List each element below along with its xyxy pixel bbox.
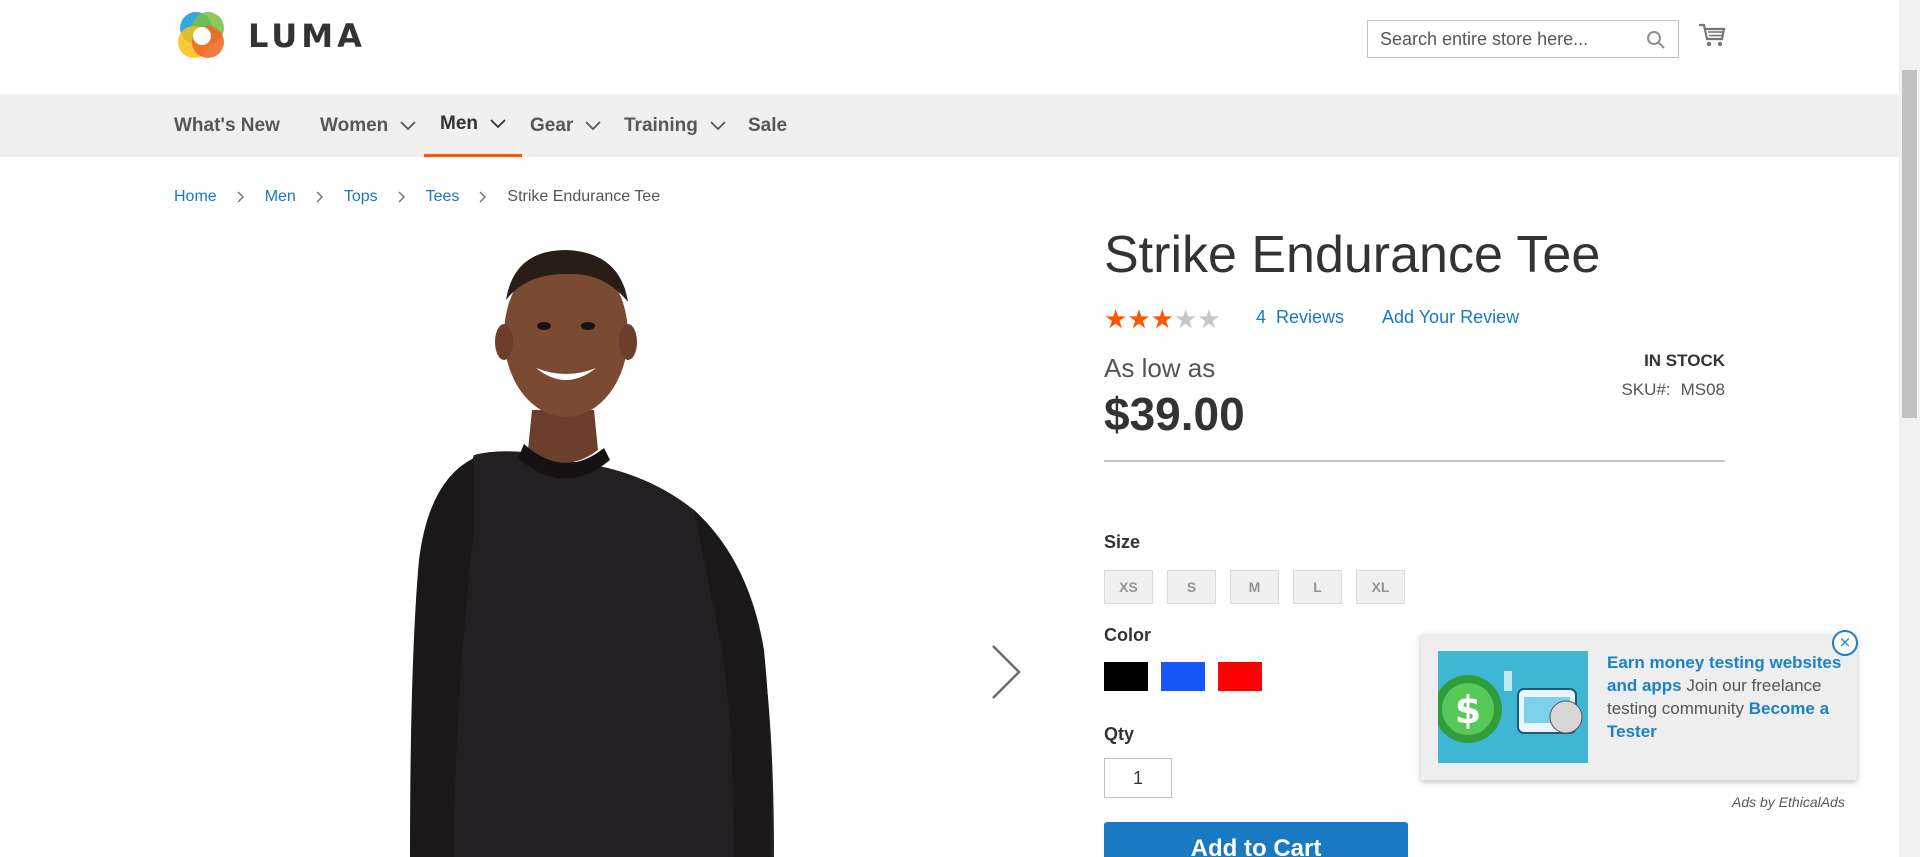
product-image-gallery[interactable]	[174, 230, 1034, 857]
size-option-m[interactable]: M	[1230, 570, 1279, 604]
sku-label: SKU#:	[1621, 380, 1671, 399]
nav-item-label: Training	[624, 114, 698, 136]
product-rating: ★ ★ ★ ★ ★	[1104, 307, 1221, 333]
product-sku: SKU#: MS08	[1621, 380, 1725, 400]
nav-item-whats-new[interactable]: What's New	[174, 94, 280, 157]
rating-stars: ★ ★ ★ ★ ★	[1104, 307, 1221, 333]
star-filled-icon: ★	[1150, 305, 1174, 335]
star-empty-icon: ★	[1173, 305, 1198, 335]
logo[interactable]: LUMA	[174, 8, 366, 64]
chevron-down-icon	[400, 120, 416, 130]
chevron-right-icon	[398, 191, 405, 203]
reviews-label: Reviews	[1276, 307, 1345, 327]
svg-text:$: $	[1455, 688, 1481, 732]
nav-item-label: Sale	[748, 114, 788, 136]
nav-item-label: Gear	[530, 114, 574, 136]
qty-input[interactable]	[1104, 758, 1172, 798]
nav-item-sale[interactable]: Sale	[748, 94, 787, 157]
product-title: Strike Endurance Tee	[1104, 226, 1601, 284]
color-option-black[interactable]	[1104, 662, 1148, 691]
size-option-xs[interactable]: XS	[1104, 570, 1153, 604]
star-filled-icon: ★	[1127, 305, 1151, 335]
breadcrumb-tees[interactable]: Tees	[426, 188, 460, 206]
color-label: Color	[1104, 625, 1151, 645]
nav-item-men[interactable]: Men	[424, 94, 522, 157]
add-to-cart-button[interactable]: Add to Cart	[1104, 822, 1408, 857]
page: LUMA What's New Women Men	[0, 0, 1899, 857]
as-low-as-label: As low as	[1104, 353, 1216, 383]
ethical-ad[interactable]: $ Earn money testing websites and apps J…	[1421, 634, 1857, 780]
ad-text[interactable]: Earn money testing websites and apps Joi…	[1607, 651, 1843, 743]
nav-item-label: Women	[320, 114, 389, 136]
size-option-xl[interactable]: XL	[1356, 570, 1405, 604]
reviews-link[interactable]: 4 Reviews	[1256, 307, 1344, 328]
breadcrumb-tops[interactable]: Tops	[344, 188, 378, 206]
stock-status: IN STOCK	[1644, 351, 1725, 370]
reviews-count: 4	[1256, 307, 1267, 327]
ad-illustration: $	[1438, 651, 1588, 763]
chevron-right-icon	[237, 191, 244, 203]
chevron-down-icon	[710, 120, 726, 130]
chevron-down-icon	[585, 120, 601, 130]
sku-value: MS08	[1680, 380, 1725, 399]
cart-icon[interactable]	[1697, 20, 1727, 50]
color-swatches	[1104, 662, 1262, 691]
breadcrumb-home[interactable]: Home	[174, 188, 217, 206]
nav-item-gear[interactable]: Gear	[530, 94, 601, 157]
breadcrumb-men[interactable]: Men	[265, 188, 296, 206]
star-filled-icon: ★	[1104, 305, 1128, 335]
product-price: $39.00	[1104, 388, 1245, 440]
size-option-s[interactable]: S	[1167, 570, 1216, 604]
header: LUMA	[0, 0, 1899, 94]
nav-item-training[interactable]: Training	[624, 94, 726, 157]
product-image	[410, 250, 774, 857]
ad-close-icon[interactable]: ×	[1832, 630, 1858, 656]
size-swatches: XS S M L XL	[1104, 570, 1405, 604]
scrollbar-thumb[interactable]	[1902, 70, 1917, 418]
search-input[interactable]	[1368, 21, 1650, 57]
add-review-link[interactable]: Add Your Review	[1382, 307, 1519, 328]
nav-item-women[interactable]: Women	[320, 94, 416, 157]
search-box	[1367, 20, 1679, 58]
ad-attribution[interactable]: Ads by EthicalAds	[1732, 794, 1845, 810]
chevron-down-icon	[490, 119, 506, 129]
luma-logo-icon	[178, 12, 224, 58]
ad-image[interactable]: $	[1438, 651, 1588, 763]
nav-item-label: Men	[440, 113, 478, 134]
main-nav: What's New Women Men Gear Training Sale	[0, 94, 1899, 157]
chevron-right-icon	[316, 191, 323, 203]
size-option-l[interactable]: L	[1293, 570, 1342, 604]
star-empty-icon: ★	[1197, 305, 1221, 335]
gallery-next-arrow-icon[interactable]	[990, 643, 1022, 701]
chevron-right-icon	[479, 191, 487, 203]
breadcrumb: Home Men Tops Tees Strike Endurance Tee	[174, 188, 660, 206]
color-option-red[interactable]	[1218, 662, 1262, 691]
breadcrumb-current: Strike Endurance Tee	[507, 188, 661, 205]
search-icon[interactable]	[1646, 30, 1666, 50]
nav-item-label: What's New	[174, 114, 280, 136]
color-option-blue[interactable]	[1161, 662, 1205, 691]
page-scrollbar[interactable]	[1899, 0, 1920, 857]
price-divider	[1104, 460, 1725, 462]
size-label: Size	[1104, 532, 1141, 552]
logo-text: LUMA	[248, 17, 366, 55]
qty-label: Qty	[1104, 724, 1135, 744]
